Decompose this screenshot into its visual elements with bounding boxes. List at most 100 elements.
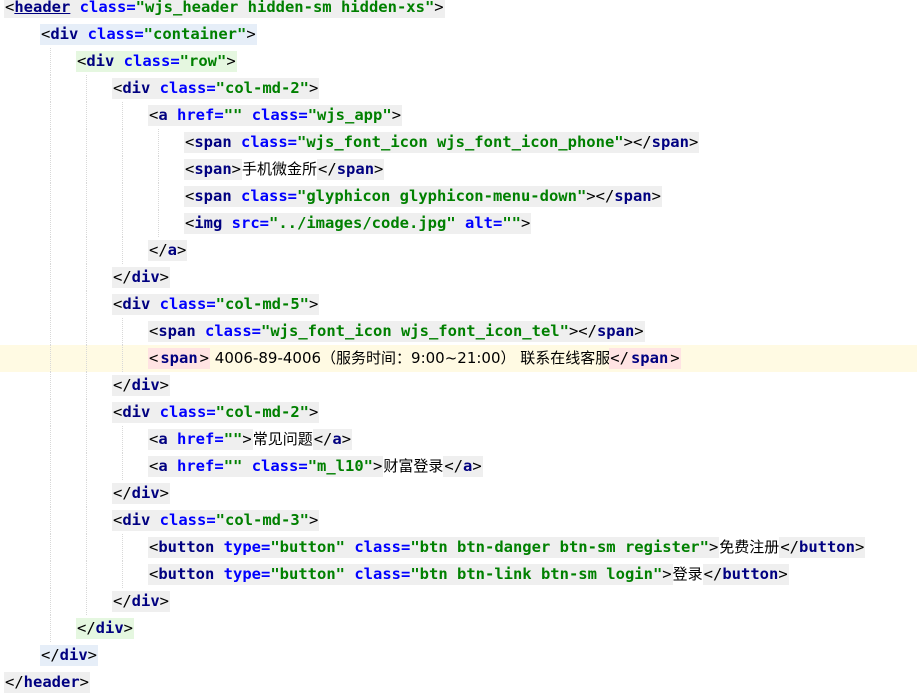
code-line[interactable]: <span class="wjs_font_icon wjs_font_icon… [0, 129, 917, 156]
code-line[interactable]: </div> [0, 615, 917, 642]
code-text: <div class="col-md-3"> [112, 507, 320, 534]
code-token: a [167, 241, 178, 259]
code-line[interactable]: <a href="">常见问题</a> [0, 426, 917, 453]
code-token: > [374, 160, 384, 178]
code-token: class= [78, 25, 144, 43]
code-token: span [158, 322, 196, 340]
indent-guide [86, 399, 88, 426]
tag-highlight: </header> [4, 672, 91, 693]
code-token: span [194, 160, 232, 178]
code-token: "" [223, 106, 243, 124]
code-token: a [463, 457, 473, 475]
code-token: < [113, 79, 123, 97]
indent-guide [50, 129, 52, 156]
indent-guide [122, 102, 124, 129]
code-token: > [708, 538, 719, 556]
code-token: </ [77, 619, 96, 637]
indent-guide [86, 534, 88, 561]
code-text: <div class="col-md-5"> [112, 291, 320, 318]
indent-guide [50, 291, 52, 318]
indent-guide [50, 102, 52, 129]
code-token: </ [444, 457, 464, 475]
tag-highlight: <div class="row"> [76, 51, 237, 72]
code-line[interactable]: </div> [0, 264, 917, 291]
indent-guide [122, 210, 124, 237]
code-token: < [149, 538, 159, 556]
code-line[interactable]: <span class="glyphicon glyphicon-menu-do… [0, 183, 917, 210]
code-token: div [59, 646, 88, 664]
code-line[interactable]: </div> [0, 480, 917, 507]
indent-guide [50, 345, 52, 372]
code-token: < [148, 348, 160, 369]
code-line[interactable]: <div class="col-md-5"> [0, 291, 917, 318]
indent-guide [50, 156, 52, 183]
tag-highlight: <div class="col-md-5"> [112, 294, 320, 315]
code-line[interactable]: </header> [0, 669, 917, 696]
code-token: > [309, 511, 319, 529]
code-token: "../images/code.jpg" [269, 214, 456, 232]
code-token: span [194, 133, 232, 151]
code-line[interactable]: <button type="button" class="btn btn-dan… [0, 534, 917, 561]
code-line[interactable]: <div class="col-md-2"> [0, 75, 917, 102]
code-text: </div> [40, 642, 99, 669]
tag-highlight: <header class="wjs_header hidden-sm hidd… [4, 0, 445, 18]
tag-highlight: <span> [184, 159, 243, 180]
code-token: > [87, 646, 98, 664]
code-line[interactable]: </div> [0, 372, 917, 399]
code-token: </ [318, 160, 337, 178]
code-token: "container" [143, 25, 247, 43]
code-token: class= [242, 106, 308, 124]
code-line[interactable]: <div class="container"> [0, 21, 917, 48]
code-text: <span class="wjs_font_icon wjs_font_icon… [184, 129, 700, 156]
code-token: 免费注册 [719, 538, 780, 556]
tag-highlight: <div class="container"> [40, 24, 257, 45]
code-line[interactable]: <header class="wjs_header hidden-sm hidd… [0, 0, 917, 21]
code-line[interactable]: </div> [0, 642, 917, 669]
code-token: "wjs_header hidden-sm hidden-xs" [135, 0, 435, 16]
code-line[interactable]: <a href="" class="m_l10">财富登录</a> [0, 453, 917, 480]
code-token: > [159, 484, 170, 502]
code-token: class= [150, 403, 216, 421]
code-token: > [651, 187, 661, 205]
indent-guide [86, 561, 88, 588]
code-line[interactable]: </div> [0, 588, 917, 615]
code-line[interactable]: <a href="" class="wjs_app"> [0, 102, 917, 129]
code-line[interactable]: <div class="row"> [0, 48, 917, 75]
code-token: "button" [270, 565, 345, 583]
tag-highlight: </a> [443, 456, 483, 477]
indent-guide [122, 561, 124, 588]
code-line[interactable]: <button type="button" class="btn btn-lin… [0, 561, 917, 588]
code-text: </div> [112, 372, 171, 399]
code-text: </div> [112, 264, 171, 291]
code-token: div [131, 376, 160, 394]
code-token: button [722, 565, 779, 583]
indent-guide [50, 588, 52, 615]
code-token: < [149, 106, 159, 124]
code-token: > [159, 376, 170, 394]
code-line[interactable]: <img src="../images/code.jpg" alt=""> [0, 210, 917, 237]
code-line[interactable]: <div class="col-md-3"> [0, 507, 917, 534]
code-line[interactable]: </a> [0, 237, 917, 264]
indent-guide [50, 237, 52, 264]
code-line-current[interactable]: < span > 4006-89-4006（服务时间：9:00~21:00） 联系在… [0, 345, 917, 372]
code-line[interactable]: <span class="wjs_font_icon wjs_font_icon… [0, 318, 917, 345]
code-token: class= [345, 565, 411, 583]
code-token: header [14, 0, 71, 16]
indent-guide [86, 480, 88, 507]
code-token: "btn btn-link btn-sm login" [410, 565, 663, 583]
code-token: "wjs_app" [307, 106, 392, 124]
code-line[interactable]: <div class="col-md-2"> [0, 399, 917, 426]
code-token: </ [703, 565, 723, 583]
indent-guide [50, 480, 52, 507]
code-token: div [122, 511, 151, 529]
code-line[interactable]: <span>手机微金所</ span > [0, 156, 917, 183]
code-token: > [309, 79, 319, 97]
code-token: > [79, 673, 90, 691]
code-editor[interactable]: < header class= "wjs_header hidden-sm hidd… [0, 0, 917, 693]
code-text: <a href="">常见问题</a> [148, 426, 353, 453]
code-token: "col-md-2" [215, 79, 309, 97]
code-token: </ [5, 673, 24, 691]
code-token: a [158, 430, 168, 448]
code-token: 手机微金所 [242, 160, 318, 178]
code-token: class= [231, 187, 297, 205]
